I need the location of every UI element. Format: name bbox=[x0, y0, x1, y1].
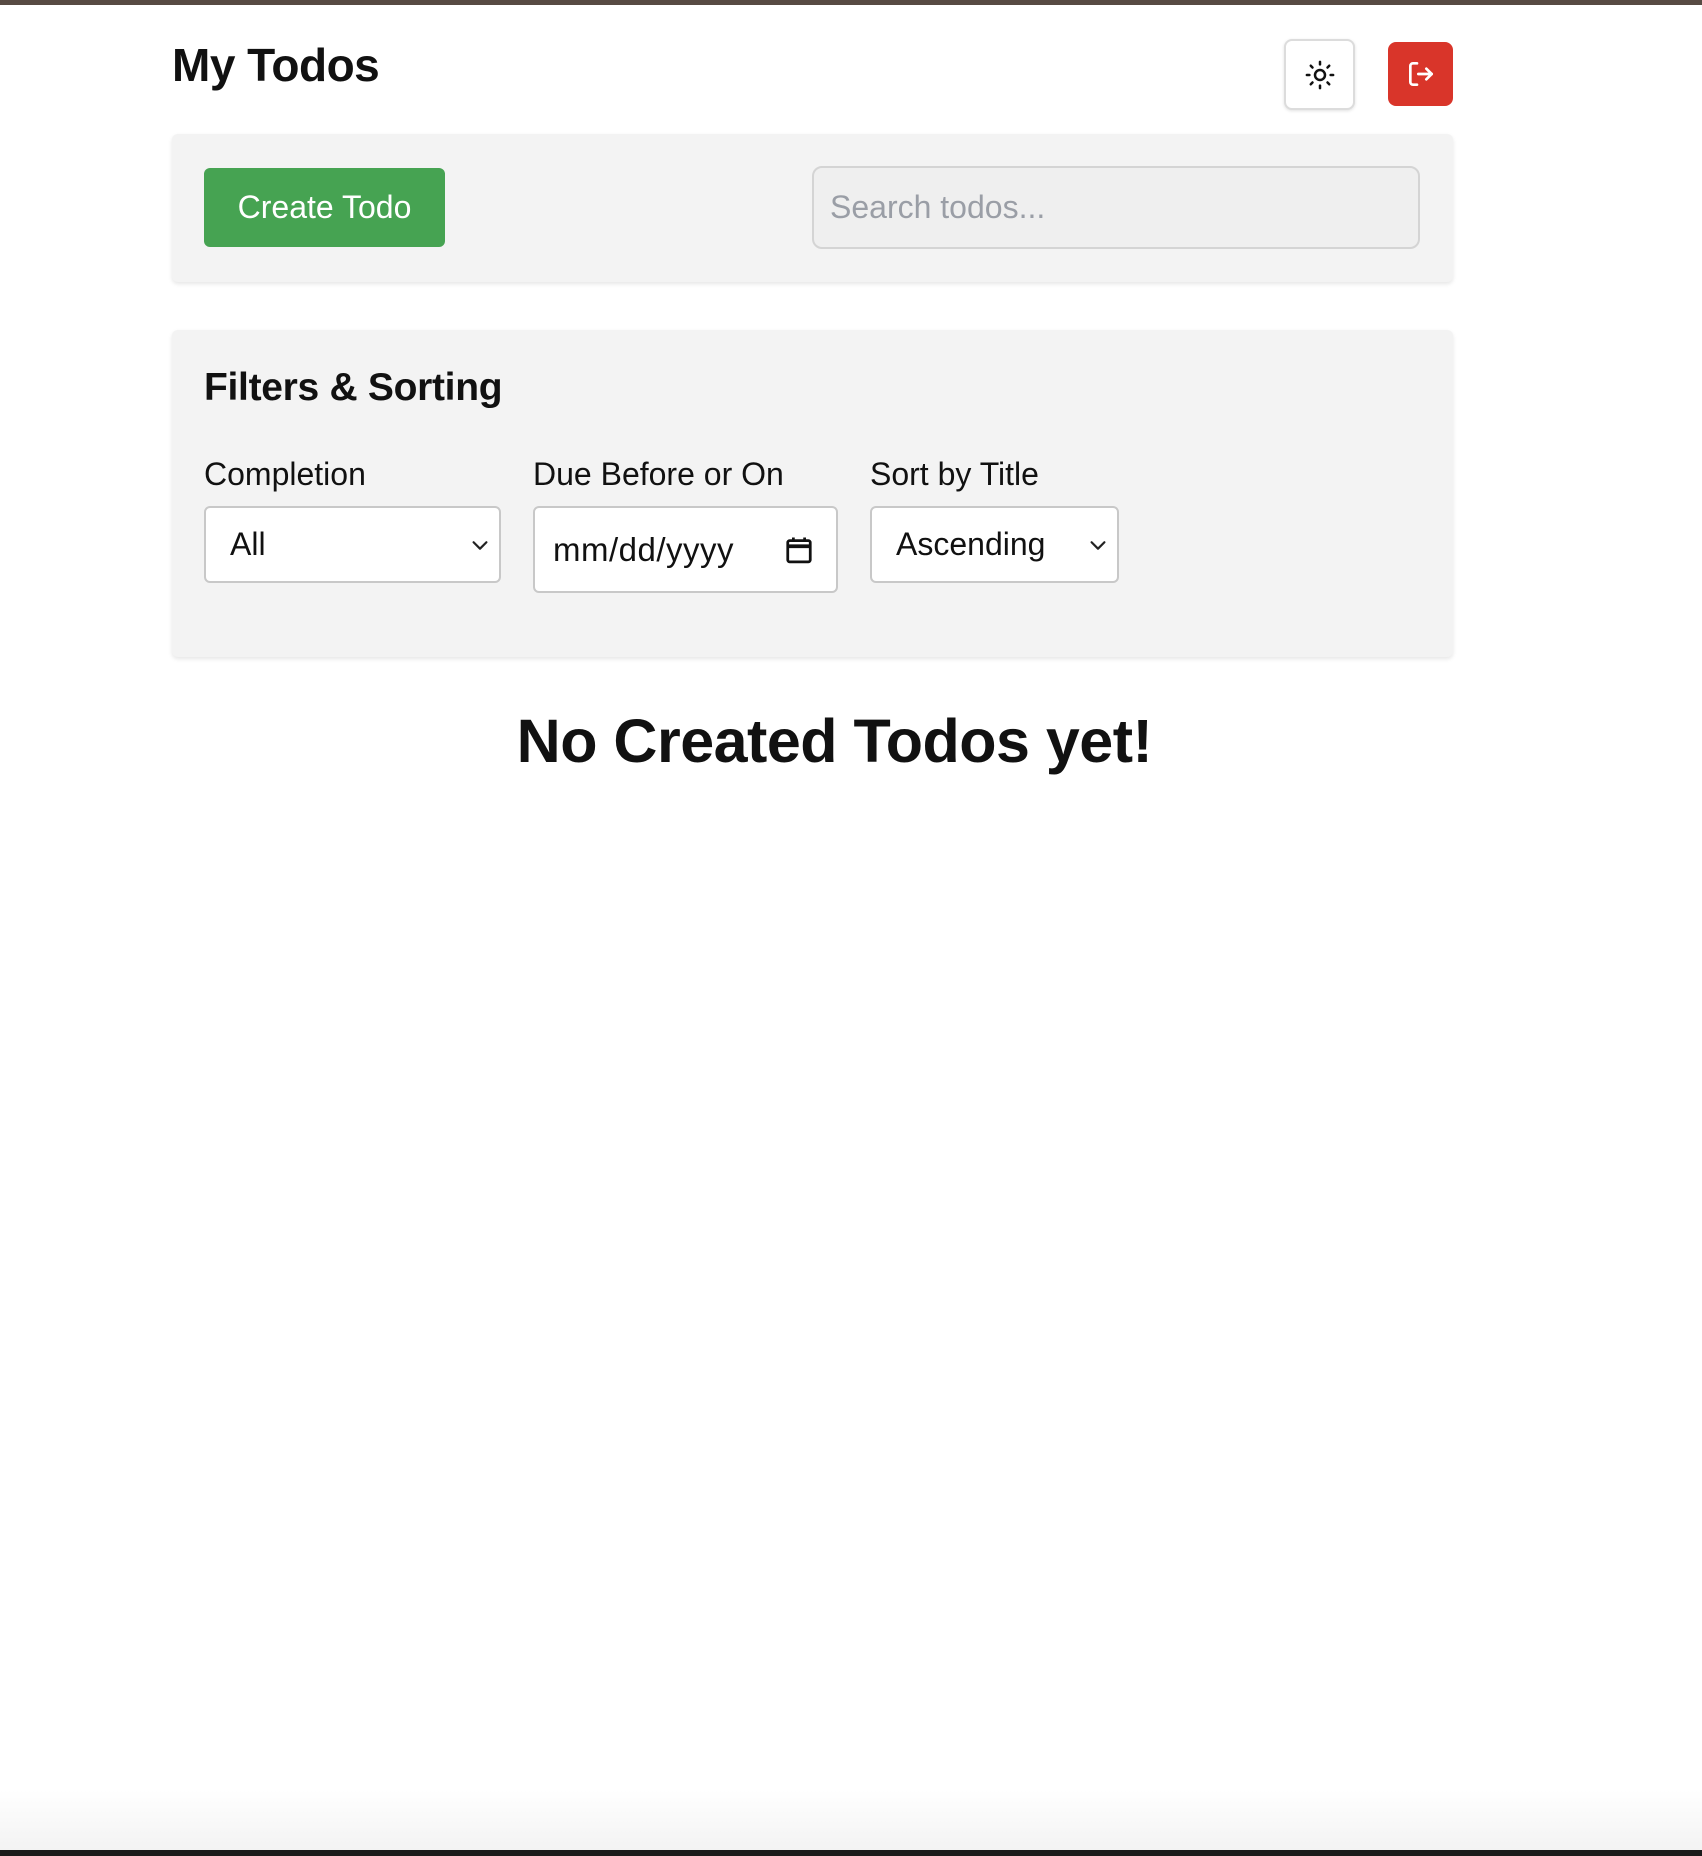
page-header: My Todos bbox=[172, 0, 1453, 132]
empty-state-message: No Created Todos yet! bbox=[516, 707, 1153, 775]
page-title: My Todos bbox=[172, 39, 380, 91]
logout-icon bbox=[1408, 62, 1433, 86]
sort-select-value: Ascending bbox=[896, 526, 1046, 562]
sort-label: Sort by Title bbox=[870, 456, 1039, 492]
filters-title: Filters & Sorting bbox=[204, 366, 503, 409]
create-todo-button[interactable]: Create Todo bbox=[204, 168, 445, 247]
completion-select-value: All bbox=[230, 526, 266, 562]
completion-label: Completion bbox=[204, 456, 366, 492]
sun-icon bbox=[1305, 60, 1334, 89]
logout-button[interactable] bbox=[1388, 42, 1453, 106]
search-input[interactable] bbox=[812, 166, 1420, 249]
chevron-down-icon bbox=[1090, 541, 1106, 550]
due-date-placeholder: mm/dd/yyyy bbox=[553, 530, 735, 568]
theme-toggle-button[interactable] bbox=[1284, 39, 1355, 110]
calendar-icon[interactable] bbox=[784, 534, 814, 566]
due-date-input[interactable]: mm/dd/yyyy bbox=[533, 506, 838, 593]
completion-select[interactable]: All bbox=[204, 506, 501, 583]
toolbar-panel: Create Todo bbox=[172, 134, 1453, 282]
filters-panel: Filters & Sorting Completion All Due Bef… bbox=[172, 330, 1453, 657]
chevron-down-icon bbox=[472, 541, 488, 550]
window-bottom-border bbox=[0, 1850, 1702, 1856]
app-container: My Todos Create Todo Search todos... Fil… bbox=[172, 0, 1453, 775]
due-date-label: Due Before or On bbox=[533, 456, 784, 492]
bottom-shadow bbox=[0, 1790, 1702, 1850]
sort-select[interactable]: Ascending bbox=[870, 506, 1119, 583]
